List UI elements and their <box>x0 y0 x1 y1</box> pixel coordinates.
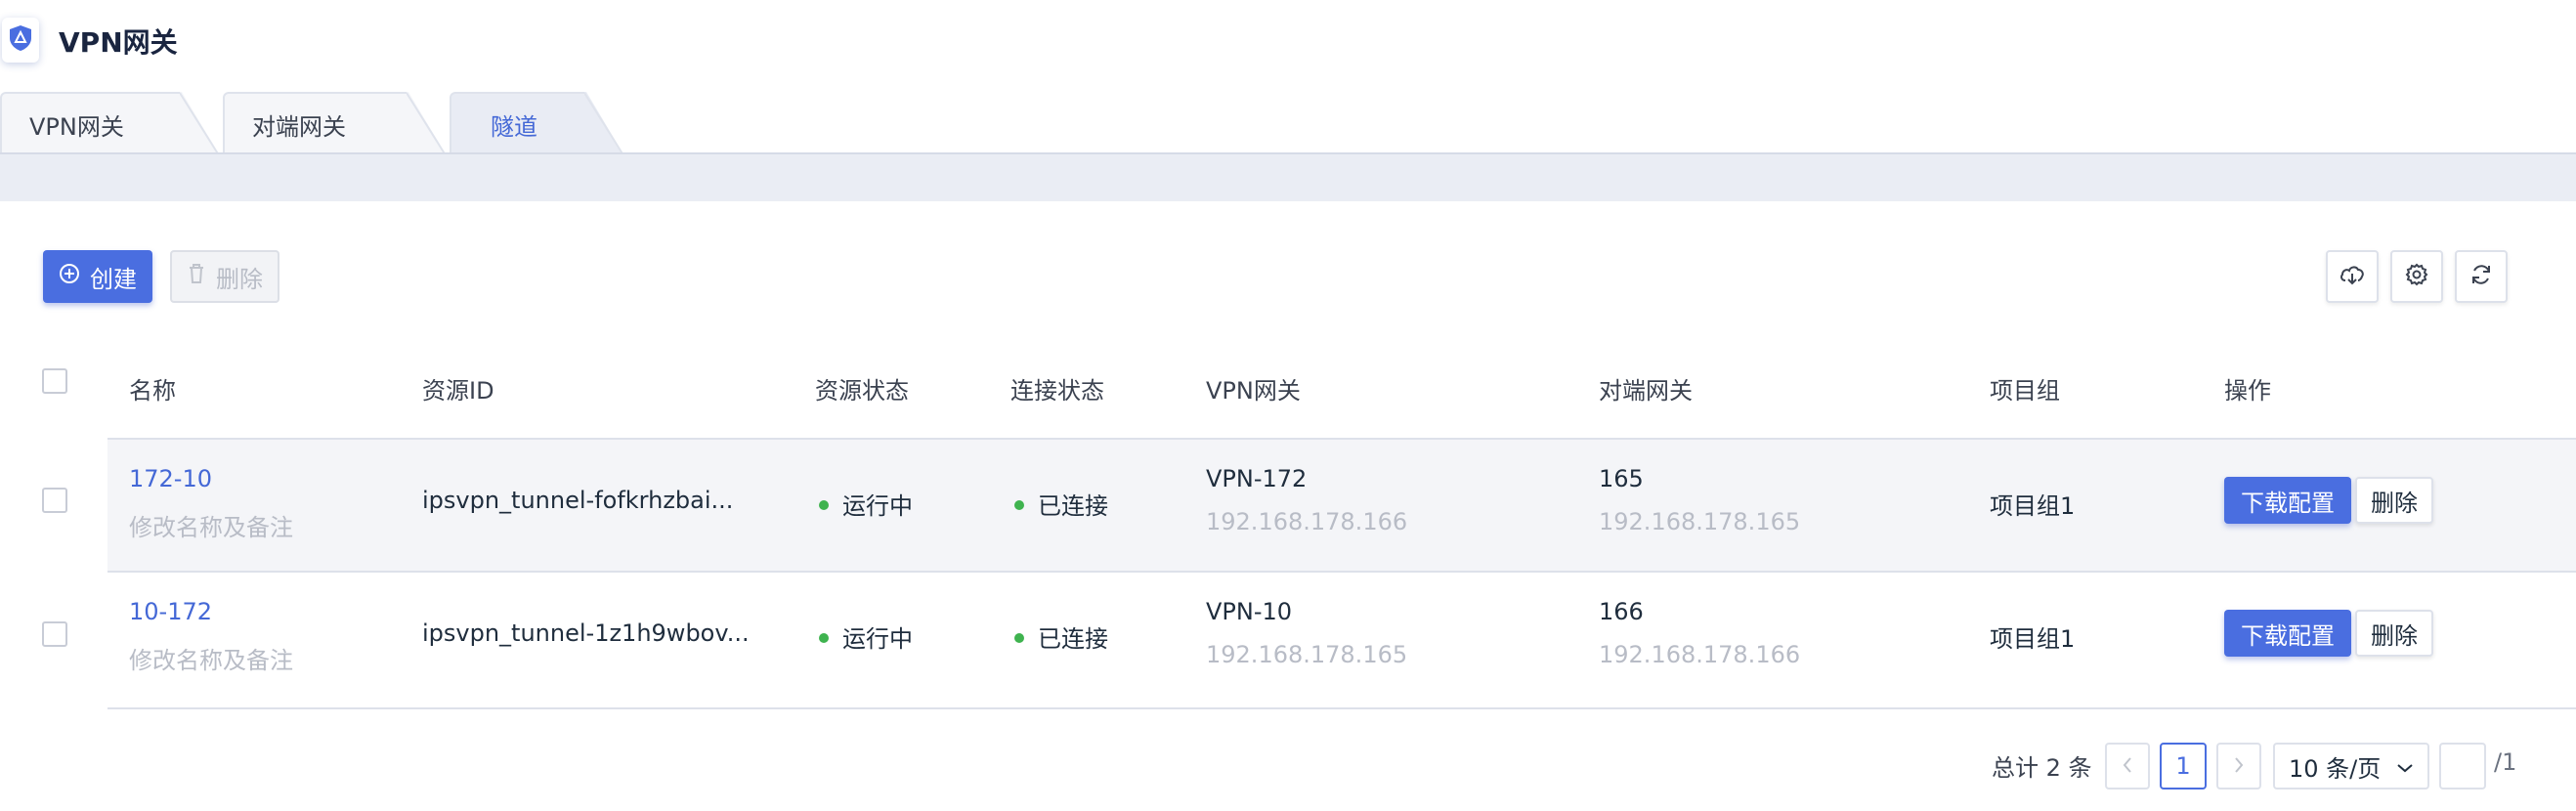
tab-label: VPN网关 <box>29 112 124 141</box>
refresh-icon <box>2469 263 2493 290</box>
resource-status-text: 运行中 <box>842 625 913 653</box>
content-band <box>0 154 2576 201</box>
settings-button[interactable] <box>2390 250 2443 303</box>
vpn-gateway-ip: 192.168.178.165 <box>1206 641 1408 668</box>
page-size-select[interactable]: 10 条/页 <box>2273 743 2429 790</box>
vpn-gateway-ip: 192.168.178.166 <box>1206 508 1408 535</box>
refresh-button[interactable] <box>2455 250 2508 303</box>
download-config-button[interactable]: 下载配置 <box>2224 477 2351 524</box>
edit-name-link[interactable]: 修改名称及备注 <box>129 508 293 542</box>
tab-edge <box>407 92 446 156</box>
tunnel-name-link[interactable]: 172-10 <box>129 465 212 492</box>
column-header-actions: 操作 <box>2224 377 2271 405</box>
connection-status-text: 已连接 <box>1038 625 1108 653</box>
vpn-tunnel-page: VPN网关 VPN网关 对端网关 隧道 创建 删除 名称 资源ID 资源状态 连… <box>0 0 2576 811</box>
app-header: VPN网关 <box>0 0 2576 84</box>
resource-status: 运行中 <box>819 487 913 521</box>
edit-name-link[interactable]: 修改名称及备注 <box>129 641 293 675</box>
row-checkbox[interactable] <box>42 488 67 513</box>
resource-status-text: 运行中 <box>842 492 913 520</box>
plus-circle-icon <box>59 263 80 290</box>
tab-peer-gateway[interactable]: 对端网关 <box>223 92 446 156</box>
peer-gateway-name: 166 <box>1599 598 1644 625</box>
tab-label: 隧道 <box>491 112 537 141</box>
app-title: VPN网关 <box>59 26 178 59</box>
project-group: 项目组1 <box>1990 492 2076 520</box>
status-dot <box>1014 500 1024 510</box>
tab-edge <box>584 92 623 156</box>
select-all-checkbox[interactable] <box>42 368 67 394</box>
connection-status: 已连接 <box>1014 619 1108 654</box>
chevron-down-icon <box>2396 752 2414 780</box>
status-dot <box>819 633 829 643</box>
download-button[interactable] <box>2326 250 2379 303</box>
total-pages: /1 <box>2494 748 2517 776</box>
tab-vpn-gateway[interactable]: VPN网关 <box>0 92 219 156</box>
delete-button[interactable]: 删除 <box>170 250 279 303</box>
project-group: 项目组1 <box>1990 625 2076 653</box>
peer-gateway-ip: 192.168.178.166 <box>1599 641 1801 668</box>
total-count: 总计 2 条 <box>1992 754 2092 782</box>
prev-page-button[interactable] <box>2105 743 2150 790</box>
tunnel-name-link[interactable]: 10-172 <box>129 598 212 625</box>
column-header-connection-status[interactable]: 连接状态 <box>1010 371 1104 406</box>
tab-label: 对端网关 <box>252 112 346 141</box>
chevron-left-icon <box>2122 752 2133 780</box>
status-dot <box>819 500 829 510</box>
vpn-gateway-name: VPN-172 <box>1206 465 1308 492</box>
column-header-vpn-gateway[interactable]: VPN网关 <box>1206 371 1301 406</box>
row-delete-button[interactable]: 删除 <box>2355 610 2433 657</box>
column-header-peer-gateway[interactable]: 对端网关 <box>1599 371 1693 406</box>
column-header-resource-status[interactable]: 资源状态 <box>815 371 909 406</box>
connection-status: 已连接 <box>1014 487 1108 521</box>
create-button[interactable]: 创建 <box>43 250 152 303</box>
column-header-name[interactable]: 名称 <box>129 371 176 406</box>
resource-status: 运行中 <box>819 619 913 654</box>
delete-label: 删除 <box>216 265 263 293</box>
resource-id: ipsvpn_tunnel-1z1h9wbov... <box>422 619 750 647</box>
app-logo <box>2 18 39 63</box>
gear-icon <box>2405 263 2428 290</box>
peer-gateway-ip: 192.168.178.165 <box>1599 508 1801 535</box>
tab-edge <box>180 92 219 156</box>
page-jump-input[interactable] <box>2439 743 2486 790</box>
row-checkbox[interactable] <box>42 621 67 647</box>
chevron-right-icon <box>2233 752 2245 780</box>
page-number-current[interactable]: 1 <box>2160 743 2207 790</box>
connection-status-text: 已连接 <box>1038 492 1108 520</box>
next-page-button[interactable] <box>2216 743 2261 790</box>
create-label: 创建 <box>90 265 137 293</box>
trash-icon <box>187 263 206 290</box>
tab-bar: VPN网关 对端网关 隧道 <box>0 92 2576 156</box>
peer-gateway-name: 165 <box>1599 465 1644 492</box>
cloud-download-icon <box>2339 263 2366 290</box>
page-size-value: 10 条/页 <box>2289 754 2382 783</box>
resource-id: ipsvpn_tunnel-fofkrhzbai... <box>422 487 734 514</box>
download-config-button[interactable]: 下载配置 <box>2224 610 2351 657</box>
column-header-resource-id[interactable]: 资源ID <box>422 371 494 406</box>
status-dot <box>1014 633 1024 643</box>
shield-icon <box>8 24 33 56</box>
vpn-gateway-name: VPN-10 <box>1206 598 1293 625</box>
row-delete-button[interactable]: 删除 <box>2355 477 2433 524</box>
column-header-project[interactable]: 项目组 <box>1990 371 2060 406</box>
tab-tunnel[interactable]: 隧道 <box>450 92 623 156</box>
